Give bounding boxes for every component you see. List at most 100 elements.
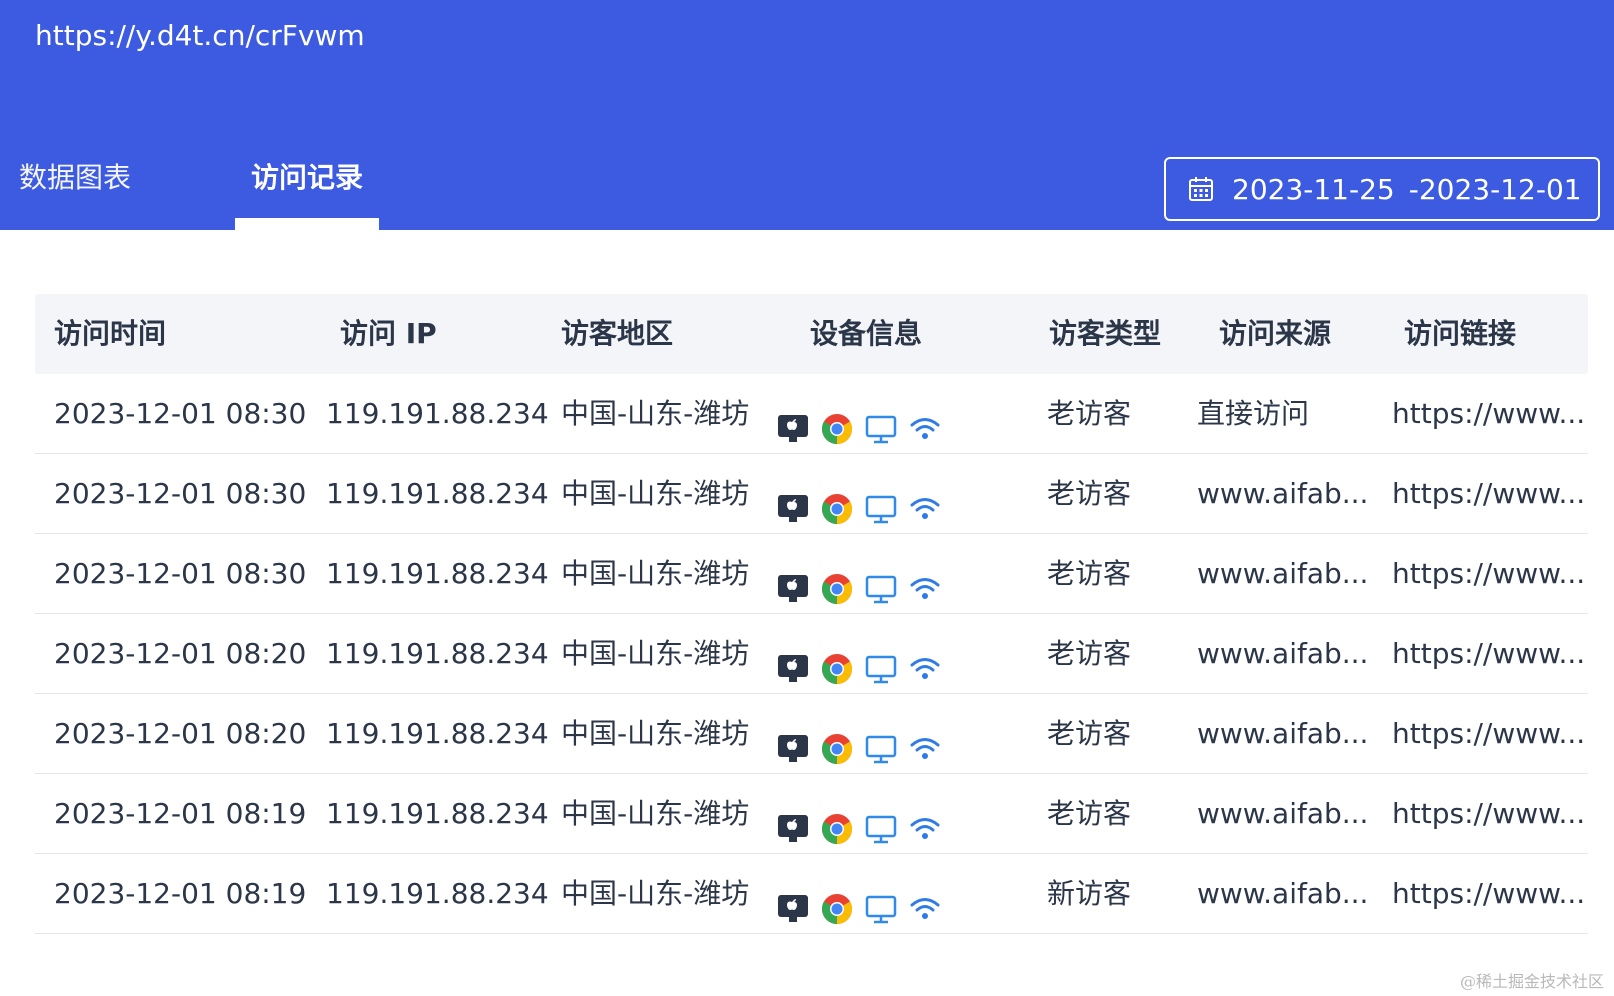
table-row[interactable]: 2023-12-01 08:30 119.191.88.234 中国-山东-潍坊 老访… — [35, 374, 1588, 454]
wifi-icon — [908, 637, 942, 679]
cell-region: 中国-山东-潍坊 — [561, 557, 750, 590]
cell-source[interactable]: www.aifab... — [1197, 694, 1368, 773]
cell-ip: 119.191.88.234 — [326, 397, 549, 430]
cell-ip: 119.191.88.234 — [326, 797, 549, 830]
apple-os-icon — [776, 397, 810, 442]
cell-source[interactable]: www.aifab... — [1197, 614, 1368, 693]
column-header-source: 访问来源 — [1219, 317, 1332, 350]
cell-time: 2023-12-01 08:20 — [54, 637, 307, 670]
cell-source[interactable]: www.aifab... — [1197, 854, 1368, 933]
cell-time: 2023-12-01 08:20 — [54, 717, 307, 750]
desktop-icon — [864, 877, 898, 923]
apple-os-icon — [776, 797, 810, 842]
cell-device-info — [776, 854, 952, 933]
chrome-browser-icon — [820, 477, 854, 524]
desktop-icon — [864, 477, 898, 523]
cell-region: 中国-山东-潍坊 — [561, 797, 750, 830]
cell-visitor-type: 老访客 — [1047, 397, 1132, 430]
cell-ip: 119.191.88.234 — [326, 637, 549, 670]
cell-link[interactable]: https://www... — [1392, 614, 1585, 693]
wifi-icon — [908, 477, 942, 519]
cell-device-info — [776, 774, 952, 853]
cell-ip: 119.191.88.234 — [326, 557, 549, 590]
chrome-browser-icon — [820, 797, 854, 844]
cell-link[interactable]: https://www... — [1392, 454, 1585, 533]
apple-os-icon — [776, 477, 810, 522]
cell-ip: 119.191.88.234 — [326, 717, 549, 750]
cell-link[interactable]: https://www... — [1392, 694, 1585, 773]
cell-link[interactable]: https://www... — [1392, 534, 1585, 613]
table-header: 访问时间 访问 IP 访客地区 设备信息 访客类型 访问来源 访问链接 — [35, 294, 1588, 374]
apple-os-icon — [776, 557, 810, 602]
cell-link[interactable]: https://www... — [1392, 374, 1585, 453]
chrome-browser-icon — [820, 717, 854, 764]
table-row[interactable]: 2023-12-01 08:30 119.191.88.234 中国-山东-潍坊 老访… — [35, 534, 1588, 614]
tab-records-label: 访问记录 — [250, 161, 363, 194]
apple-os-icon — [776, 877, 810, 922]
table-row[interactable]: 2023-12-01 08:20 119.191.88.234 中国-山东-潍坊 老访… — [35, 694, 1588, 774]
date-range-picker[interactable]: 2023-11-25 - 2023-12-01 — [1164, 157, 1600, 221]
table-row[interactable]: 2023-12-01 08:20 119.191.88.234 中国-山东-潍坊 老访… — [35, 614, 1588, 694]
wifi-icon — [908, 797, 942, 839]
column-header-region: 访客地区 — [561, 317, 674, 350]
desktop-icon — [864, 717, 898, 763]
cell-ip: 119.191.88.234 — [326, 477, 549, 510]
cell-link[interactable]: https://www... — [1392, 774, 1585, 853]
column-header-visitor-type: 访客类型 — [1049, 317, 1162, 350]
cell-time: 2023-12-01 08:30 — [54, 557, 307, 590]
column-header-time: 访问时间 — [54, 317, 167, 350]
chrome-browser-icon — [820, 877, 854, 924]
tab-charts[interactable]: 数据图表 — [19, 150, 131, 230]
apple-os-icon — [776, 717, 810, 762]
table-row[interactable]: 2023-12-01 08:19 119.191.88.234 中国-山东-潍坊 老访… — [35, 774, 1588, 854]
table-row[interactable]: 2023-12-01 08:30 119.191.88.234 中国-山东-潍坊 老访… — [35, 454, 1588, 534]
active-tab-indicator — [235, 218, 379, 230]
cell-time: 2023-12-01 08:19 — [54, 877, 307, 910]
wifi-icon — [908, 877, 942, 919]
column-header-ip: 访问 IP — [340, 317, 437, 350]
cell-visitor-type: 老访客 — [1047, 637, 1132, 670]
chrome-browser-icon — [820, 637, 854, 684]
table-body: 2023-12-01 08:30 119.191.88.234 中国-山东-潍坊 老访… — [35, 374, 1588, 934]
desktop-icon — [864, 397, 898, 443]
cell-region: 中国-山东-潍坊 — [561, 477, 750, 510]
cell-time: 2023-12-01 08:30 — [54, 477, 307, 510]
cell-region: 中国-山东-潍坊 — [561, 877, 750, 910]
cell-device-info — [776, 374, 952, 453]
date-separator: - — [1408, 172, 1419, 206]
header-bar: https://y.d4t.cn/crFvwm 数据图表 访问记录 2023-1… — [0, 0, 1614, 230]
desktop-icon — [864, 797, 898, 843]
apple-os-icon — [776, 637, 810, 682]
cell-time: 2023-12-01 08:30 — [54, 397, 307, 430]
cell-ip: 119.191.88.234 — [326, 877, 549, 910]
column-header-device: 设备信息 — [810, 317, 923, 350]
wifi-icon — [908, 557, 942, 599]
cell-time: 2023-12-01 08:19 — [54, 797, 307, 830]
desktop-icon — [864, 557, 898, 603]
tab-records[interactable]: 访问记录 — [235, 150, 379, 230]
cell-visitor-type: 老访客 — [1047, 797, 1132, 830]
cell-source[interactable]: www.aifab... — [1197, 774, 1368, 853]
cell-source[interactable]: www.aifab... — [1197, 534, 1368, 613]
date-end: 2023-12-01 — [1418, 172, 1582, 206]
cell-region: 中国-山东-潍坊 — [561, 637, 750, 670]
cell-device-info — [776, 614, 952, 693]
cell-device-info — [776, 694, 952, 773]
column-header-link: 访问链接 — [1404, 317, 1517, 350]
cell-visitor-type: 老访客 — [1047, 717, 1132, 750]
cell-link[interactable]: https://www... — [1392, 854, 1585, 933]
date-start: 2023-11-25 — [1232, 172, 1395, 206]
visit-records-table: 访问时间 访问 IP 访客地区 设备信息 访客类型 访问来源 访问链接 2023… — [35, 294, 1588, 934]
cell-source[interactable]: www.aifab... — [1197, 454, 1368, 533]
wifi-icon — [908, 717, 942, 759]
cell-source[interactable]: 直接访问 — [1197, 374, 1309, 453]
cell-visitor-type: 新访客 — [1047, 877, 1132, 910]
cell-region: 中国-山东-潍坊 — [561, 717, 750, 750]
watermark: @稀土掘金技术社区 — [1459, 972, 1604, 991]
chrome-browser-icon — [820, 397, 854, 444]
cell-device-info — [776, 454, 952, 533]
wifi-icon — [908, 397, 942, 439]
table-row[interactable]: 2023-12-01 08:19 119.191.88.234 中国-山东-潍坊 新访… — [35, 854, 1588, 934]
short-url[interactable]: https://y.d4t.cn/crFvwm — [35, 14, 365, 58]
calendar-icon — [1188, 176, 1214, 202]
